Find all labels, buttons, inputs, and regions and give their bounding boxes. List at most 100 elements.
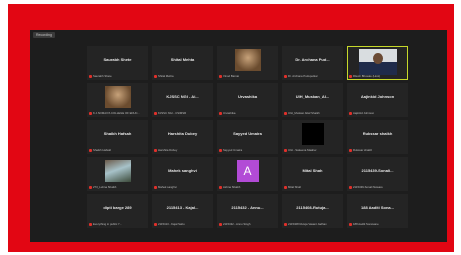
participant-gallery: Saurabh Shete Saurabh Shete Shital Mehta Sh… xyxy=(87,46,408,228)
muted-mic-icon xyxy=(349,74,352,78)
recording-indicator: Recording xyxy=(33,32,55,38)
participant-video xyxy=(358,49,397,75)
participant-tile[interactable]: 2115439-Sonali... 2115439-Sonali Naware xyxy=(347,157,408,191)
muted-mic-icon xyxy=(284,74,287,78)
participant-tile[interactable]: 2115432 - Annu... 2115432 - Annu Singh xyxy=(217,194,278,228)
participant-label-text: Harshita Dubey xyxy=(158,148,178,152)
muted-mic-icon xyxy=(89,74,92,78)
muted-mic-icon xyxy=(154,185,157,189)
participant-tile[interactable]: Urvashika Urvashika xyxy=(217,83,278,117)
muted-mic-icon xyxy=(89,222,92,226)
participant-label: Shaikh Hafsah xyxy=(89,148,146,152)
muted-mic-icon xyxy=(154,111,157,115)
participant-label: KJSSC NGI - CSIMSR xyxy=(154,111,211,115)
participant-tile[interactable]: Vinod Barnai xyxy=(217,46,278,80)
participant-name: KJSSC NGI - Ai... xyxy=(166,94,199,99)
participant-label: Mahek sanghvi xyxy=(154,185,211,189)
participant-tile[interactable]: Rukssar shaikh Rukssar shaikh xyxy=(347,120,408,154)
participant-label: Harshita Dubey xyxy=(154,148,211,152)
participant-name: 2115408-Rutuja... xyxy=(296,205,329,210)
participant-label: 2115413 - Kajal Sahu xyxy=(154,222,211,226)
participant-tile[interactable]: Shaikh Hafsah Shaikh Hafsah xyxy=(87,120,148,154)
participant-label: Mital Shah xyxy=(284,185,341,189)
participant-label-text: 2115408 Rutuja Vasant Jadhav xyxy=(288,222,327,226)
participant-tile[interactable]: Sayyed Umaira Sayyed Umaira xyxy=(217,120,278,154)
muted-mic-icon xyxy=(154,222,157,226)
participant-tile[interactable]: Mahek sanghvi Mahek sanghvi xyxy=(152,157,213,191)
participant-tile[interactable]: UIH - Sakeena Maaher xyxy=(282,120,343,154)
participant-label: UIH_Muskan Altaf Shaikh xyxy=(284,111,341,115)
participant-tile[interactable]: UIH_Muskan_Al... UIH_Muskan Altaf Shaikh xyxy=(282,83,343,117)
participant-tile[interactable]: 2115413 - Kajal... 2115413 - Kajal Sahu xyxy=(152,194,213,228)
participant-photo xyxy=(301,123,324,145)
participant-label-text: Mahek sanghvi xyxy=(158,185,177,189)
participant-label: 2115439-Sonali Naware xyxy=(349,185,406,189)
muted-mic-icon xyxy=(349,111,352,115)
muted-mic-icon xyxy=(89,148,92,152)
muted-mic-icon xyxy=(349,148,352,152)
participant-name: UIH_Muskan_Al... xyxy=(295,94,330,99)
participant-tile[interactable]: A Ashna Shaikh xyxy=(217,157,278,191)
participant-label: Everything in public 7... xyxy=(89,222,146,226)
participant-photo xyxy=(104,160,131,182)
participant-tile[interactable]: Shital Mehta Shital Mehta xyxy=(152,46,213,80)
participant-label: K.J.SOMAIYA COLLEGE OF EDUC... xyxy=(89,111,146,115)
participant-tile[interactable]: 273_Lubna Shaikh xyxy=(87,157,148,191)
muted-mic-icon xyxy=(284,111,287,115)
participant-tile[interactable]: 2115408-Rutuja... 2115408 Rutuja Vasant J… xyxy=(282,194,343,228)
participant-name: Shital Mehta xyxy=(170,57,195,62)
participant-tile[interactable]: Mital Shah Mital Shah xyxy=(282,157,343,191)
participant-label: Rukssar shaikh xyxy=(349,148,406,152)
muted-mic-icon xyxy=(219,185,222,189)
participant-label: Ashna Shaikh xyxy=(219,185,276,189)
participant-tile[interactable]: KJSSC NGI - Ai... KJSSC NGI - CSIMSR xyxy=(152,83,213,117)
participant-name: 2115439-Sonali... xyxy=(361,168,394,173)
participant-label: UIH - Sakeena Maaher xyxy=(284,148,341,152)
participant-label-text: 273_Lubna Shaikh xyxy=(93,185,117,189)
avatar: A xyxy=(236,160,259,182)
participant-name: 188 Aaditi Sona... xyxy=(361,205,394,210)
participant-photo xyxy=(104,86,131,108)
participant-tile[interactable]: Aajinkid Johnson Aajinkid Johnson xyxy=(347,83,408,117)
participant-label: Ritesh Bhosale (Host) xyxy=(349,74,406,78)
participant-tile[interactable]: K.J.SOMAIYA COLLEGE OF EDUC... xyxy=(87,83,148,117)
participant-label-text: Ritesh Bhosale (Host) xyxy=(353,74,381,78)
muted-mic-icon xyxy=(89,185,92,189)
participant-tile[interactable]: Dr. Archana Pud... Dr. Archana Pudupetkar xyxy=(282,46,343,80)
participant-label: 2115408 Rutuja Vasant Jadhav xyxy=(284,222,341,226)
participant-head xyxy=(372,53,383,64)
participant-tile[interactable]: 188 Aaditi Sona... 188 Aaditi Sonavane xyxy=(347,194,408,228)
muted-mic-icon xyxy=(349,185,352,189)
participant-label-text: Urvashika xyxy=(223,111,236,115)
participant-label-text: Vinod Barnai xyxy=(223,74,239,78)
participant-label-text: Dr. Archana Pudupetkar xyxy=(288,74,318,78)
muted-mic-icon xyxy=(284,185,287,189)
participant-label: Shital Mehta xyxy=(154,74,211,78)
muted-mic-icon xyxy=(219,74,222,78)
muted-mic-icon xyxy=(219,111,222,115)
participant-name: Urvashika xyxy=(237,94,258,99)
red-border-frame: Recording Saurabh Shete Saurabh Shete Shit… xyxy=(8,4,454,252)
participant-name: Sayyed Umaira xyxy=(233,131,262,136)
muted-mic-icon xyxy=(219,222,222,226)
participant-tile[interactable]: Harshita Dubey Harshita Dubey xyxy=(152,120,213,154)
participant-tile[interactable]: Ritesh Bhosale (Host) xyxy=(347,46,408,80)
participant-label-text: Rukssar shaikh xyxy=(353,148,373,152)
participant-label-text: Aajinkid Johnson xyxy=(353,111,375,115)
participant-name: dipti barge 289 xyxy=(103,205,132,210)
participant-name: 2115432 - Annu... xyxy=(231,205,264,210)
participant-label-text: Shital Mehta xyxy=(158,74,174,78)
participant-label: 273_Lubna Shaikh xyxy=(89,185,146,189)
participant-label-text: KJSSC NGI - CSIMSR xyxy=(158,111,187,115)
participant-tile[interactable]: dipti barge 289 Everything in public 7... xyxy=(87,194,148,228)
participant-label-text: K.J.SOMAIYA COLLEGE OF EDUC... xyxy=(93,111,140,115)
participant-name: Mital Shah xyxy=(302,168,323,173)
participant-label: Aajinkid Johnson xyxy=(349,111,406,115)
participant-name: Aajinkid Johnson xyxy=(360,94,395,99)
participant-label: Sayyed Umaira xyxy=(219,148,276,152)
participant-label: Vinod Barnai xyxy=(219,74,276,78)
participant-name: Shaikh Hafsah xyxy=(103,131,132,136)
muted-mic-icon xyxy=(284,222,287,226)
participant-tile[interactable]: Saurabh Shete Saurabh Shete xyxy=(87,46,148,80)
participant-label-text: Ashna Shaikh xyxy=(223,185,241,189)
